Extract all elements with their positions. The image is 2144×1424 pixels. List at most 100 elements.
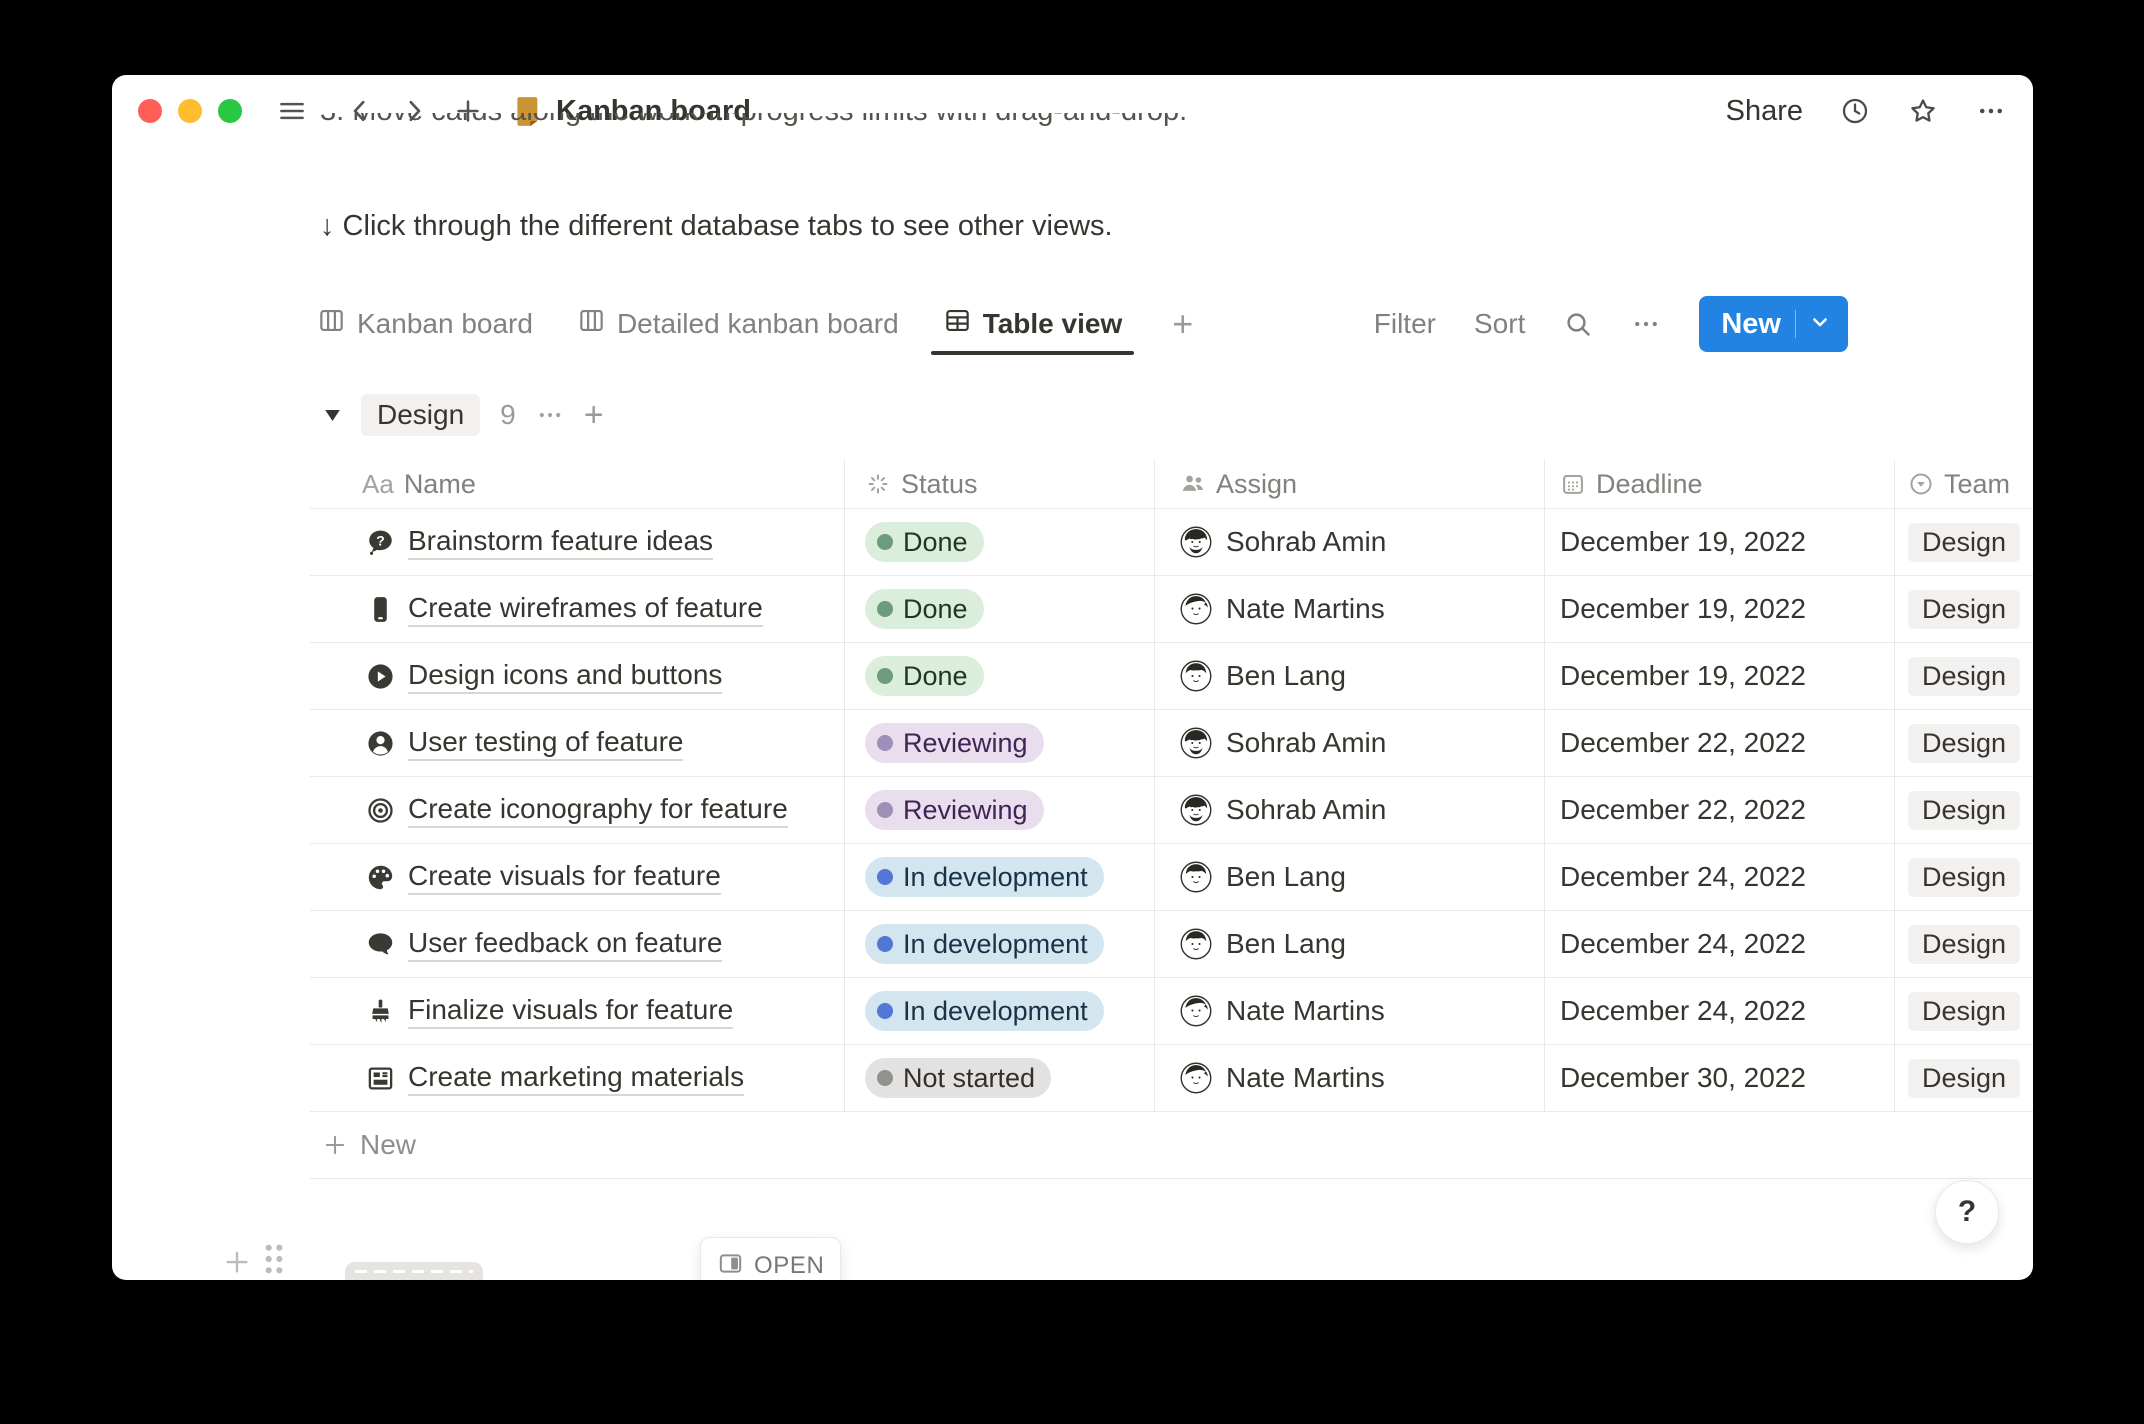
assign-cell[interactable]: Nate Martins: [1155, 576, 1545, 642]
status-cell[interactable]: Done: [845, 509, 1155, 575]
name-cell[interactable]: Finalize visuals for feature: [310, 978, 845, 1044]
help-button[interactable]: ?: [1935, 1180, 1999, 1244]
database-options-icon[interactable]: [1631, 309, 1661, 339]
group-header: Design 9 +: [324, 393, 604, 437]
team-cell[interactable]: Design: [1895, 911, 2033, 977]
chevron-down-icon[interactable]: [1810, 312, 1830, 337]
team-cell[interactable]: Design: [1895, 777, 2033, 843]
status-cell[interactable]: In development: [845, 911, 1155, 977]
assign-cell[interactable]: Sohrab Amin: [1155, 509, 1545, 575]
titlebar-actions: Share: [1726, 95, 2007, 128]
svg-text:?: ?: [376, 532, 384, 548]
deadline-cell[interactable]: December 30, 2022: [1545, 1045, 1895, 1111]
status-cell[interactable]: Not started: [845, 1045, 1155, 1111]
palette-icon: [366, 863, 395, 892]
status-cell[interactable]: Reviewing: [845, 777, 1155, 843]
filter-button[interactable]: Filter: [1374, 308, 1436, 340]
assign-cell[interactable]: Sohrab Amin: [1155, 777, 1545, 843]
team-cell[interactable]: Design: [1895, 844, 2033, 910]
assign-cell[interactable]: Nate Martins: [1155, 978, 1545, 1044]
name-cell[interactable]: Create marketing materials: [310, 1045, 845, 1111]
name-cell[interactable]: Create wireframes of feature: [310, 576, 845, 642]
assign-cell[interactable]: Ben Lang: [1155, 911, 1545, 977]
more-options-icon[interactable]: [1975, 95, 2007, 127]
close-button[interactable]: [138, 99, 162, 123]
status-cell[interactable]: In development: [845, 844, 1155, 910]
team-cell[interactable]: Design: [1895, 509, 2033, 575]
side-peek-icon: [717, 1250, 744, 1280]
sidebar-menu-icon[interactable]: [276, 95, 308, 127]
new-button[interactable]: New: [1699, 296, 1848, 352]
assign-cell[interactable]: Sohrab Amin: [1155, 710, 1545, 776]
notion-window: Kanban board Share 3. Move cards along t…: [112, 75, 2033, 1280]
column-header-status[interactable]: Status: [845, 460, 1155, 508]
select-dropdown-icon: [1908, 471, 1934, 497]
status-cell[interactable]: Done: [845, 576, 1155, 642]
clipped-paragraph: 3. Move cards along the work-in-progress…: [320, 113, 1720, 145]
board-view-icon: [577, 306, 606, 342]
zoom-button[interactable]: [218, 99, 242, 123]
updates-clock-icon[interactable]: [1839, 95, 1871, 127]
assign-cell[interactable]: Ben Lang: [1155, 643, 1545, 709]
deadline-cell[interactable]: December 24, 2022: [1545, 911, 1895, 977]
status-cell[interactable]: Reviewing: [845, 710, 1155, 776]
deadline-cell[interactable]: December 22, 2022: [1545, 777, 1895, 843]
deadline-cell[interactable]: December 19, 2022: [1545, 576, 1895, 642]
team-cell[interactable]: Design: [1895, 710, 2033, 776]
plus-icon: [325, 1135, 345, 1155]
deadline-cell[interactable]: December 22, 2022: [1545, 710, 1895, 776]
assign-cell[interactable]: Nate Martins: [1155, 1045, 1545, 1111]
column-header-assign[interactable]: Assign: [1155, 460, 1545, 508]
target-circles-icon: [366, 796, 395, 825]
team-cell[interactable]: Design: [1895, 576, 2033, 642]
play-circle-icon: [366, 662, 395, 691]
tab-kanban-board[interactable]: Kanban board: [317, 293, 533, 355]
search-icon[interactable]: [1563, 309, 1593, 339]
new-button-divider: [1795, 310, 1796, 338]
open-row-button[interactable]: OPEN: [700, 1237, 842, 1280]
name-cell[interactable]: ? Brainstorm feature ideas: [310, 509, 845, 575]
name-cell[interactable]: User feedback on feature: [310, 911, 845, 977]
sort-button[interactable]: Sort: [1474, 308, 1525, 340]
text-aa-icon: Aa: [362, 468, 394, 499]
add-view-button[interactable]: +: [1172, 306, 1193, 342]
status-cell[interactable]: In development: [845, 978, 1155, 1044]
view-toolbar: Kanban board Detailed kanban board Table…: [317, 293, 1848, 355]
status-dot: [877, 1003, 893, 1019]
name-cell[interactable]: User testing of feature: [310, 710, 845, 776]
minimize-button[interactable]: [178, 99, 202, 123]
group-add-button[interactable]: +: [584, 398, 604, 432]
deadline-cell[interactable]: December 24, 2022: [1545, 844, 1895, 910]
column-header-team[interactable]: Team: [1895, 460, 2033, 508]
new-row-button[interactable]: New: [310, 1112, 2033, 1179]
drag-handle-icon[interactable]: [262, 1241, 286, 1277]
avatar: [1180, 593, 1212, 625]
column-header-name[interactable]: Aa Name: [310, 460, 845, 508]
person-bust-icon: [366, 729, 395, 758]
assign-cell[interactable]: Ben Lang: [1155, 844, 1545, 910]
deadline-cell[interactable]: December 24, 2022: [1545, 978, 1895, 1044]
status-dot: [877, 668, 893, 684]
collapse-triangle-icon[interactable]: [324, 408, 341, 423]
share-button[interactable]: Share: [1726, 95, 1803, 128]
name-cell[interactable]: Create iconography for feature: [310, 777, 845, 843]
add-row-margin-button[interactable]: [222, 1247, 252, 1277]
tab-detailed-kanban-board[interactable]: Detailed kanban board: [577, 293, 899, 355]
name-cell[interactable]: Create visuals for feature: [310, 844, 845, 910]
tab-table-view[interactable]: Table view: [930, 293, 1134, 355]
deadline-cell[interactable]: December 19, 2022: [1545, 643, 1895, 709]
team-cell[interactable]: Design: [1895, 1045, 2033, 1111]
group-options-icon[interactable]: [536, 401, 564, 429]
team-cell[interactable]: Design: [1895, 643, 2033, 709]
deadline-cell[interactable]: December 19, 2022: [1545, 509, 1895, 575]
people-icon: [1180, 471, 1206, 497]
name-cell[interactable]: Design icons and buttons: [310, 643, 845, 709]
avatar: [1180, 1062, 1212, 1094]
favorite-star-icon[interactable]: [1907, 95, 1939, 127]
column-header-deadline[interactable]: Deadline: [1545, 460, 1895, 508]
clipped-bottom-element[interactable]: [345, 1262, 483, 1280]
team-cell[interactable]: Design: [1895, 978, 2033, 1044]
group-name-badge[interactable]: Design: [361, 394, 481, 436]
status-cell[interactable]: Done: [845, 643, 1155, 709]
group-count: 9: [500, 399, 516, 430]
